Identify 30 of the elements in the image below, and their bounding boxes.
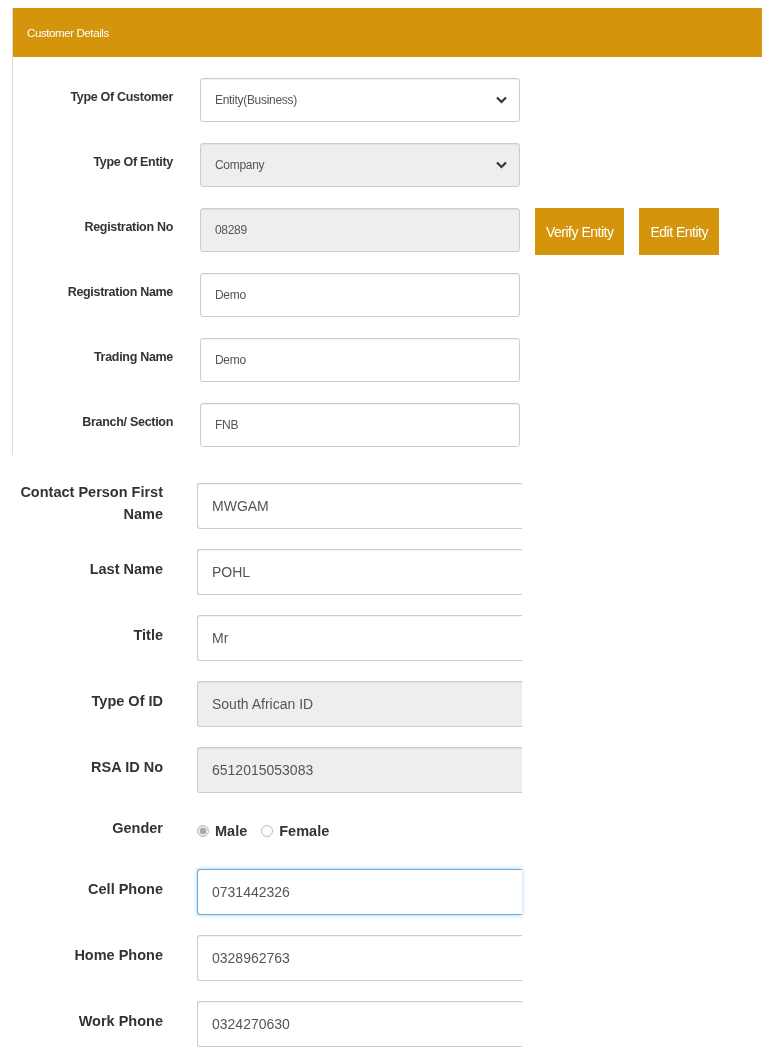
field-label: RSA ID No [90,758,163,777]
field-label: Registration No [83,220,173,234]
field-label: Trading Name [92,350,173,364]
input-field[interactable]: 0328962763 [197,935,522,981]
select-field[interactable]: Entity(Business) [200,78,520,122]
field-label: Title [132,626,163,645]
panel-header: Customer Details [13,8,762,57]
field-label: Home Phone [73,946,163,965]
input-field[interactable]: Demo [200,338,520,382]
input-field[interactable]: FNB [200,403,520,447]
field-label: Branch/ Section [81,415,173,429]
input-field[interactable]: MWGAM [197,483,522,529]
field-label: Last Name [88,560,163,579]
radio-label: Male [215,823,248,839]
input-field[interactable]: Mr [197,615,522,661]
field-label: Registration Name [66,285,173,299]
input-field[interactable]: 0324270630 [197,1001,522,1047]
input-field[interactable]: 0731442326 [197,869,522,915]
chevron-down-icon [496,96,507,104]
field-label: Contact Person First Name [19,483,163,524]
field-label: Cell Phone [87,880,163,899]
chevron-down-icon [496,161,507,169]
input-field[interactable]: POHL [197,549,522,595]
radio-label: Female [279,823,330,839]
field-label: Type Of Entity [92,155,173,169]
field-label: Work Phone [77,1012,163,1031]
field-label: Type Of Customer [69,90,173,104]
input-field[interactable]: Demo [200,273,520,317]
field-label: Type Of ID [90,692,163,711]
field-label: Gender [111,819,163,838]
